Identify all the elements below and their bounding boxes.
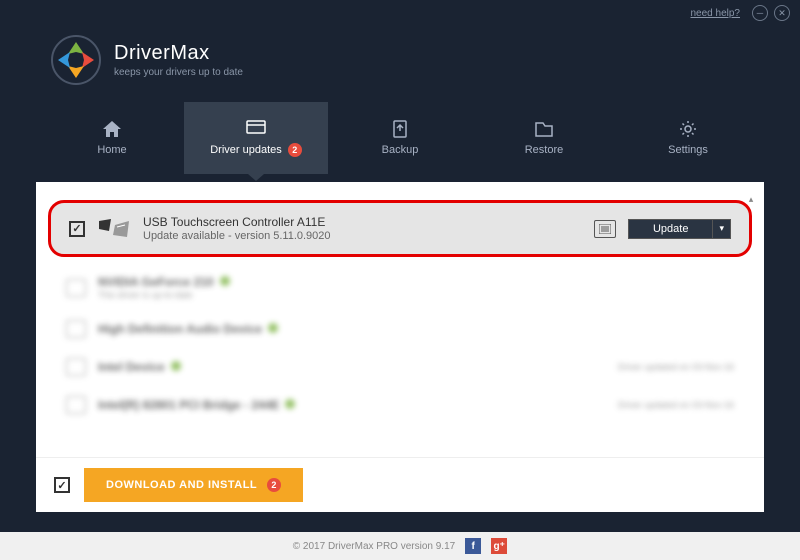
footer: © 2017 DriverMax PRO version 9.17 f g⁺ [0, 532, 800, 560]
minimize-button[interactable]: ─ [752, 5, 768, 21]
help-link[interactable]: need help? [691, 8, 741, 19]
details-icon[interactable] [594, 220, 616, 238]
nav-home[interactable]: Home [40, 102, 184, 174]
driver-name: Intel(R) 82801 PCI Bridge - 244E [98, 398, 279, 412]
driver-name: USB Touchscreen Controller A11E [143, 215, 582, 229]
driver-info: USB Touchscreen Controller A11E Update a… [143, 215, 582, 242]
status-dot-icon [285, 399, 295, 409]
scrollbar[interactable]: ▴ ▾ [744, 192, 758, 502]
nav-label: Backup [382, 144, 419, 156]
status-dot-icon [171, 361, 181, 371]
status-dot-icon [220, 276, 230, 286]
driver-date: Driver updated on 03-Nov-16 [618, 362, 734, 372]
brand-name: DriverMax [114, 42, 243, 65]
googleplus-icon[interactable]: g⁺ [491, 538, 507, 554]
download-badge: 2 [267, 478, 281, 492]
driver-checkbox[interactable] [69, 221, 85, 237]
titlebar: need help? ─ ✕ [0, 0, 800, 26]
updates-badge: 2 [288, 143, 302, 157]
driver-status: Update available - version 5.11.0.9020 [143, 230, 582, 242]
copyright: © 2017 DriverMax PRO version 9.17 [293, 541, 455, 552]
driver-row: Intel(R) 82801 PCI Bridge - 244E Driver … [54, 386, 746, 424]
driver-row: Intel Device Driver updated on 03-Nov-16 [54, 348, 746, 386]
bottom-bar: DOWNLOAD AND INSTALL 2 [36, 457, 764, 512]
driver-name: NVIDIA GeForce 210 [98, 275, 214, 289]
monitor-icon [66, 279, 86, 297]
status-dot-icon [268, 323, 278, 333]
chip-icon [66, 396, 86, 414]
nav-restore[interactable]: Restore [472, 102, 616, 174]
update-button-group: Update ▾ [628, 219, 731, 239]
download-label: DOWNLOAD AND INSTALL [106, 479, 257, 491]
driver-name: High Definition Audio Device [98, 322, 262, 336]
download-install-button[interactable]: DOWNLOAD AND INSTALL 2 [84, 468, 303, 502]
gear-icon [678, 120, 698, 138]
nav-label: Restore [525, 144, 564, 156]
updates-icon [246, 119, 266, 137]
content-panel: USB Touchscreen Controller A11E Update a… [36, 182, 764, 512]
brand: DriverMax keeps your drivers up to date [114, 42, 243, 78]
nav-settings[interactable]: Settings [616, 102, 760, 174]
driver-row-highlighted: USB Touchscreen Controller A11E Update a… [48, 200, 752, 257]
brand-tagline: keeps your drivers up to date [114, 67, 243, 78]
nav-backup[interactable]: Backup [328, 102, 472, 174]
nav-bar: Home Driver updates 2 Backup Restore Set… [0, 102, 800, 174]
driver-sub: This driver is up-to-date [98, 290, 734, 300]
nav-label: Home [97, 144, 126, 156]
audio-icon [66, 320, 86, 338]
restore-icon [534, 120, 554, 138]
nav-driver-updates[interactable]: Driver updates 2 [184, 102, 328, 174]
close-button[interactable]: ✕ [774, 5, 790, 21]
driver-row: High Definition Audio Device [54, 310, 746, 348]
driver-row: NVIDIA GeForce 210This driver is up-to-d… [54, 265, 746, 310]
facebook-icon[interactable]: f [465, 538, 481, 554]
nav-label: Settings [668, 144, 708, 156]
chip-icon [66, 358, 86, 376]
update-dropdown[interactable]: ▾ [713, 219, 731, 239]
app-logo-icon [50, 34, 102, 86]
driver-date: Driver updated on 03-Nov-16 [618, 400, 734, 410]
driver-name: Intel Device [98, 360, 165, 374]
nav-label: Driver updates [210, 144, 282, 156]
backup-icon [390, 120, 410, 138]
scroll-up-icon[interactable]: ▴ [744, 192, 758, 206]
header: DriverMax keeps your drivers up to date [0, 26, 800, 102]
update-button[interactable]: Update [628, 219, 713, 239]
select-all-checkbox[interactable] [54, 477, 70, 493]
home-icon [102, 120, 122, 138]
touchscreen-device-icon [97, 217, 131, 241]
